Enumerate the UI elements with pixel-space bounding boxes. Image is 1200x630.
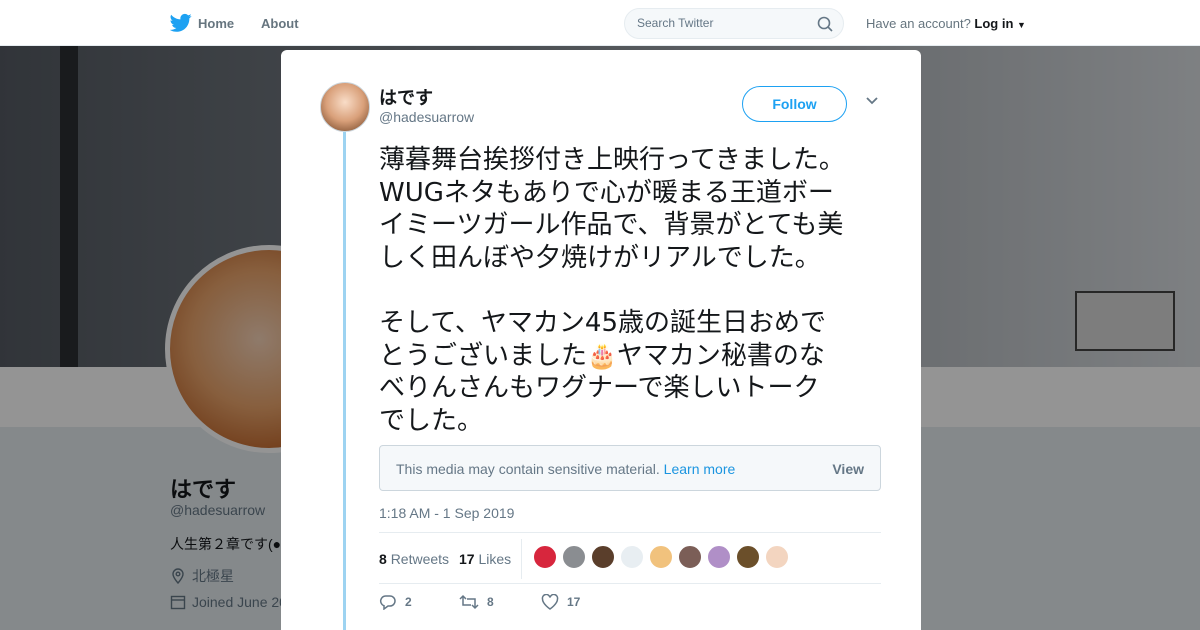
tweet-text-part1: 薄暮舞台挨拶付き上映行ってきました。 WUGネタもありで心が暖まる王道ボー イミ…: [379, 145, 845, 371]
sensitive-media-notice: This media may contain sensitive materia…: [379, 445, 881, 491]
retweets-stat[interactable]: 8 Retweets: [379, 551, 449, 567]
chevron-down-icon[interactable]: ▼: [1017, 20, 1026, 30]
top-navigation-bar: Home About Search Twitter Have an accoun…: [0, 0, 1200, 46]
tweet-modal: はです @hadesuarrow Follow 薄暮舞台挨拶付き上映行ってきまし…: [281, 50, 921, 630]
liker-avatar[interactable]: [649, 545, 673, 569]
liker-avatar[interactable]: [533, 545, 557, 569]
nav-about-link[interactable]: About: [261, 16, 299, 31]
liker-avatars: [533, 545, 789, 569]
account-prompt-text: Have an account?: [866, 16, 971, 31]
learn-more-link[interactable]: Learn more: [664, 461, 736, 477]
search-icon[interactable]: [817, 16, 833, 32]
sensitive-message-text: This media may contain sensitive materia…: [396, 461, 660, 477]
liker-avatar[interactable]: [562, 545, 586, 569]
chevron-down-icon[interactable]: [865, 96, 879, 106]
retweets-count: 8: [379, 551, 387, 567]
close-icon[interactable]: [1154, 11, 1180, 37]
like-count: 17: [567, 595, 581, 609]
tweet-stats: 8 Retweets 17 Likes: [379, 532, 881, 584]
likes-stat[interactable]: 17 Likes: [459, 551, 511, 567]
likes-label: Likes: [478, 551, 512, 567]
twitter-bird-icon: [170, 13, 192, 32]
reply-count: 2: [405, 595, 412, 609]
liker-avatar[interactable]: [707, 545, 731, 569]
reply-icon: [379, 595, 396, 610]
tweet-text: 薄暮舞台挨拶付き上映行ってきました。 WUGネタもありで心が暖まる王道ボー イミ…: [379, 144, 889, 437]
tweet-author-avatar[interactable]: [320, 82, 370, 132]
follow-button[interactable]: Follow: [742, 86, 847, 122]
login-link[interactable]: Log in: [974, 16, 1013, 31]
tweet-author-name[interactable]: はです: [379, 84, 433, 110]
heart-icon: [541, 594, 559, 610]
liker-avatar[interactable]: [591, 545, 615, 569]
liker-avatar[interactable]: [678, 545, 702, 569]
tweet-author-handle[interactable]: @hadesuarrow: [379, 109, 474, 125]
nav-home-label: Home: [198, 15, 235, 31]
reply-button[interactable]: 2: [379, 594, 412, 610]
birthday-cake-emoji: 🎂: [587, 341, 617, 370]
stats-divider: [521, 539, 522, 579]
retweets-label: Retweets: [390, 551, 450, 567]
retweet-count: 8: [487, 595, 494, 609]
nav-home-link[interactable]: Home: [170, 13, 234, 33]
liker-avatar[interactable]: [736, 545, 760, 569]
retweet-icon: [459, 594, 479, 610]
search-input[interactable]: Search Twitter: [624, 8, 844, 39]
liker-avatar[interactable]: [765, 545, 789, 569]
like-button[interactable]: 17: [541, 594, 580, 610]
liker-avatar[interactable]: [620, 545, 644, 569]
login-prompt: Have an account? Log in ▼: [866, 16, 1026, 31]
tweet-timestamp[interactable]: 1:18 AM - 1 Sep 2019: [379, 505, 514, 521]
likes-count: 17: [459, 551, 475, 567]
thread-line: [343, 132, 346, 630]
retweet-button[interactable]: 8: [459, 594, 494, 610]
view-media-button[interactable]: View: [832, 461, 864, 477]
search-placeholder: Search Twitter: [637, 16, 714, 30]
sensitive-message: This media may contain sensitive materia…: [396, 461, 735, 477]
